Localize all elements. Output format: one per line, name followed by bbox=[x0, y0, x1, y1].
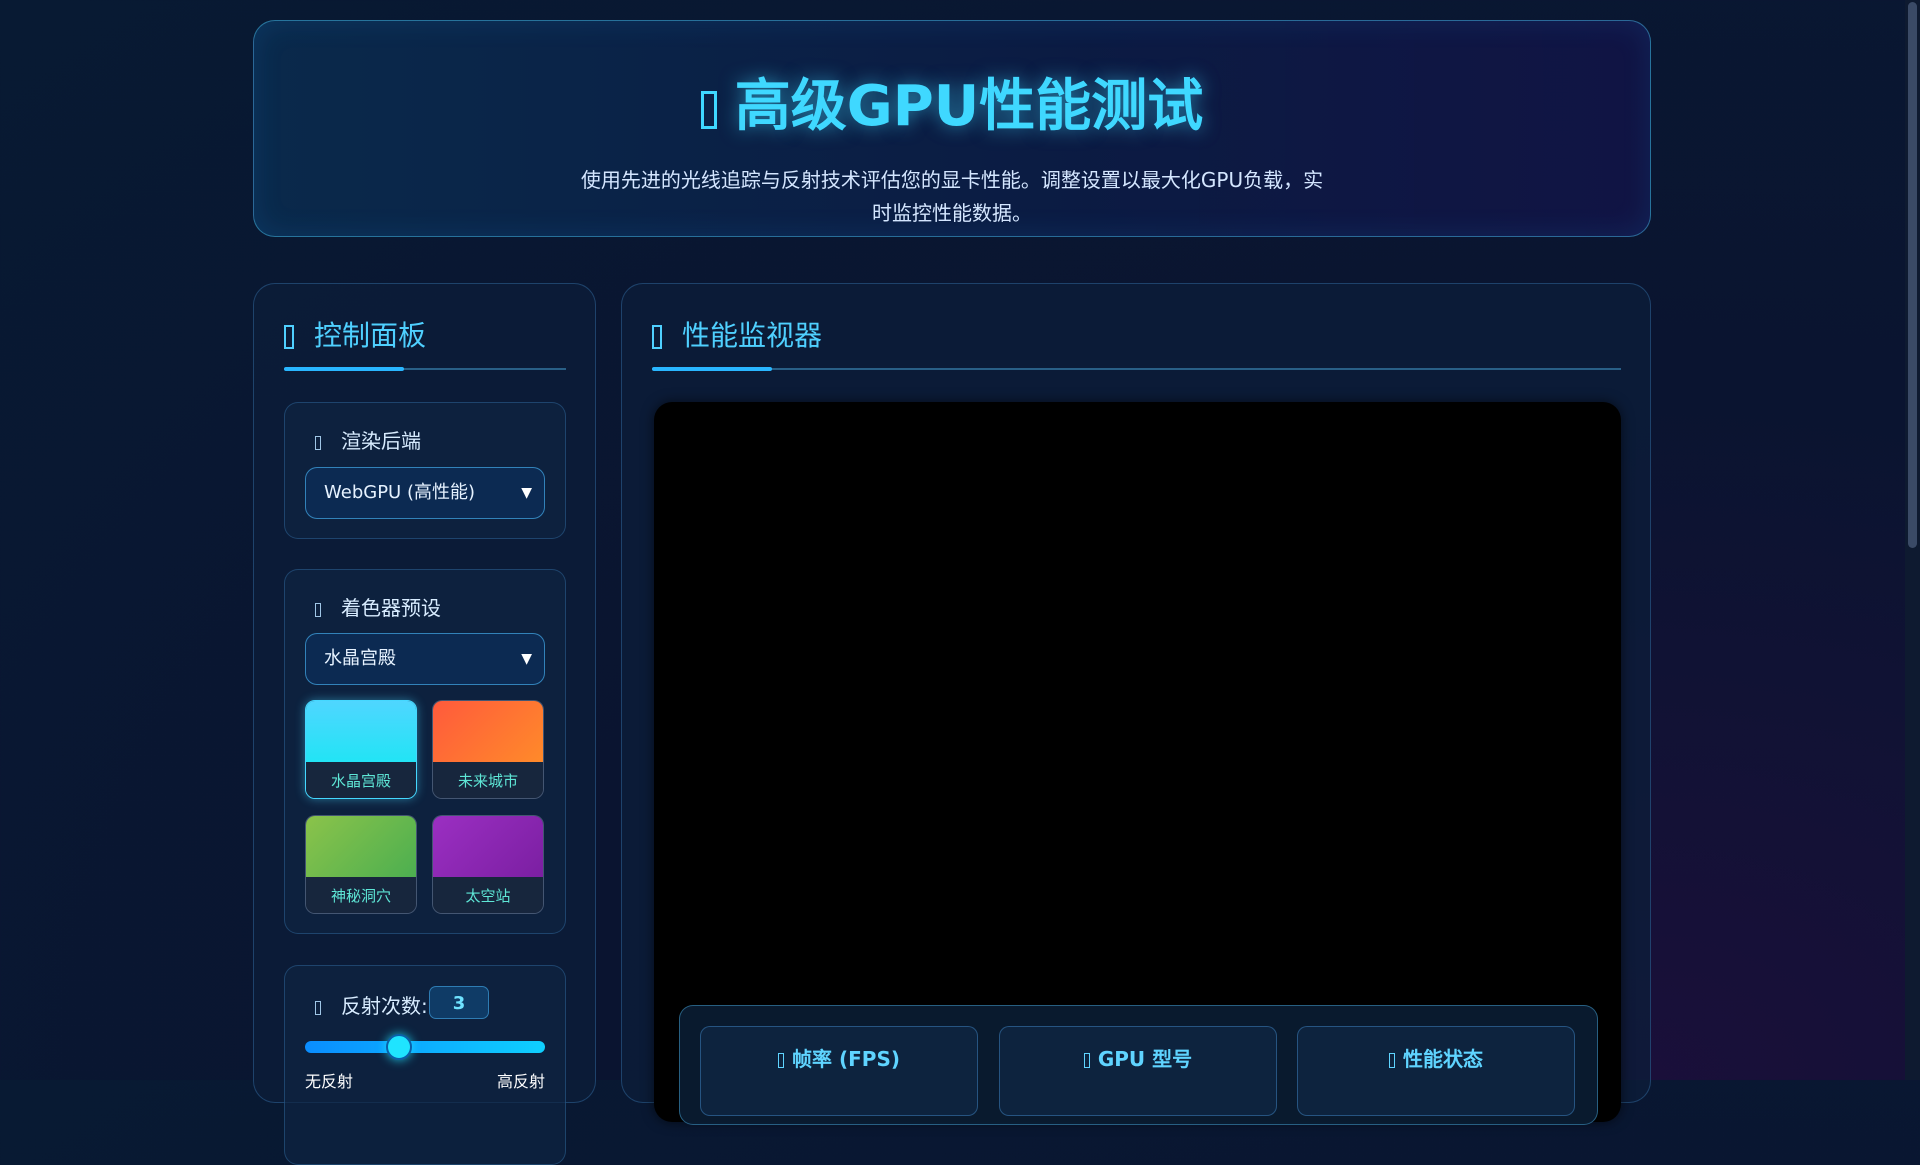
chevron-down-icon: ▼ bbox=[521, 485, 532, 501]
preset-swatch bbox=[306, 816, 416, 877]
monitor-panel-title: 性能监视器 bbox=[652, 314, 822, 354]
preset-label: 神秘洞穴 bbox=[306, 877, 416, 913]
chevron-down-icon: ▼ bbox=[521, 651, 532, 667]
control-panel-title-text: 控制面板 bbox=[314, 319, 427, 352]
speed-icon bbox=[778, 1053, 785, 1068]
status-stat-card: 性能状态 bbox=[1297, 1026, 1575, 1116]
preset-space-station[interactable]: 太空站 bbox=[432, 815, 544, 914]
page-scrollbar[interactable] bbox=[1905, 0, 1920, 1080]
status-stat-label: 性能状态 bbox=[1403, 1047, 1483, 1071]
header-banner: 高级GPU性能测试 使用先进的光线追踪与反射技术评估您的显卡性能。调整设置以最大… bbox=[253, 20, 1651, 237]
preset-swatch bbox=[306, 701, 416, 762]
reflection-count-badge: 3 bbox=[429, 986, 489, 1019]
fps-stat-label: 帧率 (FPS) bbox=[792, 1047, 900, 1071]
sliders-icon bbox=[284, 325, 294, 349]
backend-select[interactable]: WebGPU (高性能) ▼ bbox=[305, 467, 545, 519]
mirror-icon bbox=[315, 1000, 321, 1015]
monitor-panel: 性能监视器 帧率 (FPS) GPU 型号 性能状态 bbox=[621, 283, 1651, 1125]
chip-icon bbox=[315, 435, 321, 450]
shader-select[interactable]: 水晶宫殿 ▼ bbox=[305, 633, 545, 685]
divider-accent bbox=[284, 367, 404, 371]
control-panel-divider bbox=[284, 367, 566, 371]
preset-crystal-palace[interactable]: 水晶宫殿 bbox=[305, 700, 417, 799]
reflection-slider[interactable] bbox=[305, 1034, 545, 1060]
chart-icon bbox=[652, 325, 662, 349]
backend-group: 渲染后端 WebGPU (高性能) ▼ bbox=[284, 402, 566, 539]
preset-label: 水晶宫殿 bbox=[306, 762, 416, 798]
gpu-stat-label: GPU 型号 bbox=[1097, 1047, 1193, 1071]
page-title: 高级GPU性能测试 bbox=[254, 61, 1650, 142]
control-panel: 控制面板 渲染后端 WebGPU (高性能) ▼ 着色器预设 水晶宫殿 ▼ 水晶宫殿… bbox=[253, 283, 596, 1165]
palette-icon bbox=[315, 602, 321, 617]
preset-label: 未来城市 bbox=[433, 762, 543, 798]
scrollbar-thumb[interactable] bbox=[1908, 2, 1917, 548]
shader-group: 着色器预设 水晶宫殿 ▼ 水晶宫殿 未来城市 神秘洞穴 太空站 bbox=[284, 569, 566, 934]
slider-min-label: 无反射 bbox=[305, 1072, 354, 1091]
fps-stat-card: 帧率 (FPS) bbox=[700, 1026, 978, 1116]
preset-label: 太空站 bbox=[433, 877, 543, 913]
shader-select-value: 水晶宫殿 bbox=[324, 648, 396, 669]
reflection-label: 反射次数: bbox=[315, 990, 428, 1019]
preset-mystery-cave[interactable]: 神秘洞穴 bbox=[305, 815, 417, 914]
preset-swatch bbox=[433, 701, 543, 762]
slider-thumb[interactable] bbox=[385, 1034, 412, 1060]
gpu-icon bbox=[1083, 1053, 1090, 1068]
stats-container: 帧率 (FPS) GPU 型号 性能状态 bbox=[679, 1005, 1598, 1125]
reflection-group: 反射次数: 3 无反射 高反射 bbox=[284, 965, 566, 1165]
backend-label-text: 渲染后端 bbox=[341, 429, 421, 453]
preset-future-city[interactable]: 未来城市 bbox=[432, 700, 544, 799]
backend-select-value: WebGPU (高性能) bbox=[324, 482, 475, 503]
backend-label: 渲染后端 bbox=[315, 425, 421, 454]
status-icon bbox=[1389, 1053, 1395, 1068]
shader-label: 着色器预设 bbox=[315, 592, 441, 621]
shader-label-text: 着色器预设 bbox=[341, 596, 441, 620]
page-description: 使用先进的光线追踪与反射技术评估您的显卡性能。调整设置以最大化GPU负载，实时监… bbox=[580, 168, 1324, 225]
slider-max-label: 高反射 bbox=[496, 1072, 545, 1091]
gpu-stat-card: GPU 型号 bbox=[999, 1026, 1277, 1116]
reflection-label-text: 反射次数: bbox=[341, 994, 428, 1018]
rocket-icon bbox=[700, 90, 717, 129]
divider-accent bbox=[652, 367, 772, 371]
page-title-text: 高级GPU性能测试 bbox=[734, 74, 1204, 139]
control-panel-title: 控制面板 bbox=[284, 314, 426, 354]
preset-swatch bbox=[433, 816, 543, 877]
monitor-panel-divider bbox=[652, 367, 1621, 371]
monitor-panel-title-text: 性能监视器 bbox=[682, 319, 823, 352]
